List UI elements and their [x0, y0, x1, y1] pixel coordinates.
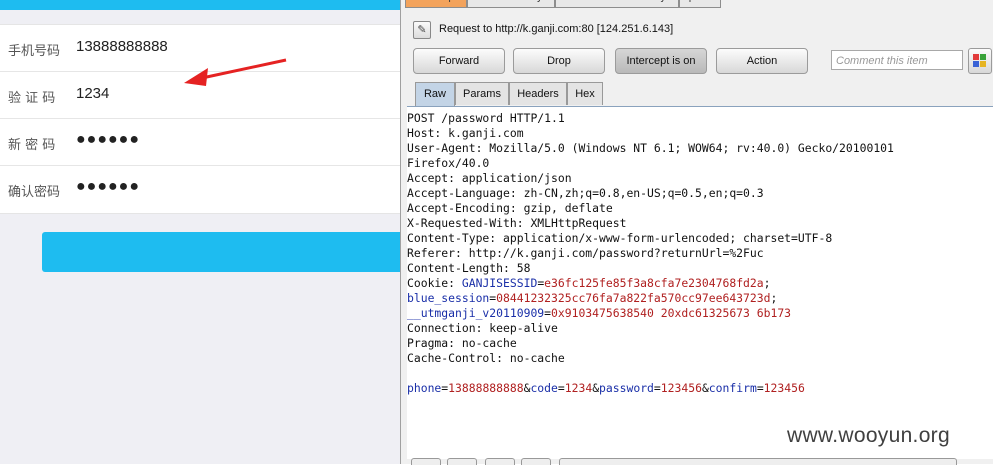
- param-value: 123456: [660, 381, 702, 395]
- tab-headers[interactable]: Headers: [509, 82, 567, 105]
- tab-options[interactable]: Options: [679, 0, 721, 8]
- param-name: confirm: [708, 381, 757, 395]
- confirm-password-field[interactable]: 确认密码 ●●●●●●: [0, 166, 400, 213]
- header-connection: Connection: keep-alive: [407, 321, 558, 335]
- cookie-name: __utmganji_v20110909: [407, 306, 545, 320]
- confirm-password-value[interactable]: ●●●●●●: [76, 178, 140, 196]
- cookie-value: 0x9103475638540 20xdc61325673 6b173: [551, 306, 792, 320]
- header-accept-encoding: Accept-Encoding: gzip, deflate: [407, 201, 613, 215]
- tab-hex[interactable]: Hex: [567, 82, 603, 105]
- new-password-field[interactable]: 新 密 码 ●●●●●●: [0, 119, 400, 166]
- color-swatch-green: [980, 54, 986, 60]
- header-accept: Accept: application/json: [407, 171, 572, 185]
- confirm-password-label: 确认密码: [8, 185, 61, 200]
- header-user-agent-cont: Firefox/40.0: [407, 156, 490, 170]
- mobile-header-bar: [0, 0, 400, 10]
- cookie-value: 08441232325cc76fa7a822fa570cc97ee643723d: [496, 291, 771, 305]
- request-line: POST /password HTTP/1.1: [407, 111, 565, 125]
- color-swatch-yellow: [980, 61, 986, 67]
- cookie-name: blue_session: [407, 291, 490, 305]
- edit-pencil-icon[interactable]: ✎: [413, 21, 431, 39]
- tab-intercept[interactable]: Intercept: [405, 0, 467, 8]
- phone-label: 手机号码: [8, 44, 61, 59]
- cookie-name: GANJISESSID: [461, 276, 538, 290]
- header-content-type: Content-Type: application/x-www-form-url…: [407, 231, 833, 245]
- red-arrow-annotation: [184, 58, 287, 86]
- request-target-text: Request to http://k.ganji.com:80 [124.25…: [439, 23, 674, 35]
- intercept-toggle-button[interactable]: Intercept is on: [615, 48, 707, 74]
- color-swatch-red: [973, 54, 979, 60]
- cookie-prefix: Cookie:: [407, 276, 462, 290]
- new-password-value[interactable]: ●●●●●●: [76, 131, 140, 149]
- header-content-length: Content-Length: 58: [407, 261, 531, 275]
- highlight-color-icon[interactable]: [968, 48, 992, 74]
- submit-button[interactable]: [42, 232, 400, 272]
- verification-code-value[interactable]: 1234: [76, 85, 109, 102]
- header-accept-language: Accept-Language: zh-CN,zh;q=0.8,en-US;q=…: [407, 186, 764, 200]
- search-toolbar: [407, 458, 993, 465]
- phone-value[interactable]: 13888888888: [76, 38, 168, 55]
- header-user-agent: User-Agent: Mozilla/5.0 (Windows NT 6.1;…: [407, 141, 894, 155]
- header-host: Host: k.ganji.com: [407, 126, 524, 140]
- cookie-sep: ;: [763, 276, 771, 290]
- cookie-sep: ;: [770, 291, 778, 305]
- tab-websockets-history[interactable]: WebSockets history: [555, 0, 679, 8]
- mobile-password-reset-form: 手机号码 13888888888 验 证 码 1234 新 密 码 ●●●●●●…: [0, 0, 400, 464]
- header-pragma: Pragma: no-cache: [407, 336, 517, 350]
- header-x-requested-with: X-Requested-With: XMLHttpRequest: [407, 216, 627, 230]
- param-sep: &: [701, 381, 709, 395]
- tab-http-history[interactable]: HTTP history: [467, 0, 555, 8]
- drop-button[interactable]: Drop: [513, 48, 605, 74]
- param-name: code: [530, 381, 558, 395]
- burp-intercept-panel: Intercept HTTP history WebSockets histor…: [400, 0, 993, 465]
- action-button[interactable]: Action: [716, 48, 808, 74]
- param-name: password: [599, 381, 654, 395]
- raw-request-editor[interactable]: POST /password HTTP/1.1 Host: k.ganji.co…: [407, 106, 993, 459]
- comment-input[interactable]: Comment this item: [831, 50, 963, 70]
- verification-code-label: 验 证 码: [8, 91, 56, 106]
- param-value: 13888888888: [448, 381, 524, 395]
- param-name: phone: [407, 381, 442, 395]
- new-password-label: 新 密 码: [8, 138, 56, 153]
- forward-button[interactable]: Forward: [413, 48, 505, 74]
- tab-params[interactable]: Params: [455, 82, 509, 105]
- header-cache-control: Cache-Control: no-cache: [407, 351, 565, 365]
- tab-raw[interactable]: Raw: [415, 82, 455, 106]
- param-value: 1234: [564, 381, 593, 395]
- header-referer: Referer: http://k.ganji.com/password?ret…: [407, 246, 764, 260]
- form-card: 手机号码 13888888888 验 证 码 1234 新 密 码 ●●●●●●…: [0, 24, 400, 214]
- param-value: 123456: [763, 381, 805, 395]
- cookie-value: e36fc125fe85f3a8cfa7e2304768fd2a: [544, 276, 764, 290]
- watermark: www.wooyun.org: [787, 424, 950, 447]
- color-swatch-blue: [973, 61, 979, 67]
